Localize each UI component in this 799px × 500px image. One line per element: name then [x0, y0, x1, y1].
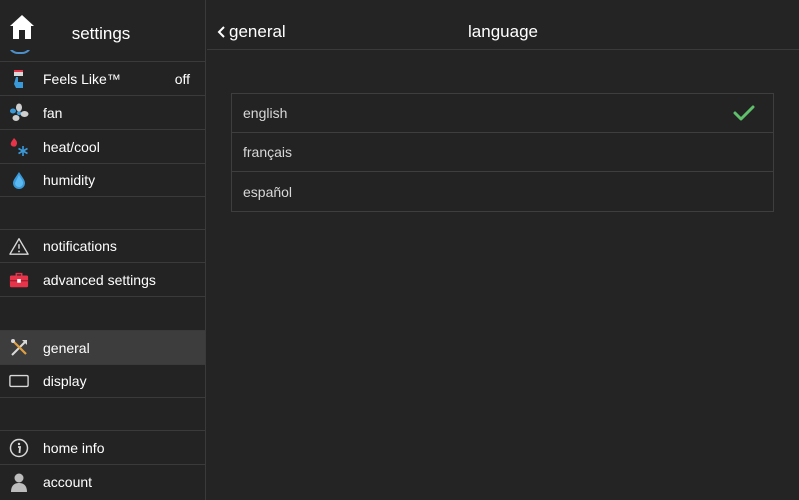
language-label: français — [243, 144, 293, 160]
sidebar-item-label: display — [43, 373, 87, 389]
checkmark-icon — [733, 105, 755, 121]
sidebar-item-display[interactable]: display — [0, 365, 205, 397]
sidebar-item-label: Feels Like™ — [43, 70, 121, 87]
warning-icon — [9, 236, 29, 256]
sidebar-item-humidity[interactable]: humidity — [0, 164, 205, 196]
sidebar-item-account[interactable]: account — [0, 465, 205, 499]
language-panel: general language english français españo… — [207, 0, 799, 500]
language-list: english français español — [231, 93, 774, 212]
sidebar-item-label: fan — [43, 104, 63, 121]
sidebar-item-label: home info — [43, 439, 105, 456]
page-title: language — [468, 22, 538, 41]
sidebar-item-label: notifications — [43, 238, 117, 254]
heat-cool-icon — [9, 137, 29, 157]
person-icon — [9, 472, 29, 492]
sidebar-item-label: advanced settings — [43, 271, 156, 288]
sidebar-item-label: heat/cool — [43, 138, 100, 155]
feels-like-value: off — [174, 70, 190, 87]
display-icon — [9, 371, 29, 391]
fan-icon — [9, 103, 29, 123]
toolbox-icon — [9, 270, 29, 290]
info-icon — [9, 438, 29, 458]
sidebar-item-feels-like[interactable]: Feels Like™ off — [0, 62, 205, 95]
language-option-french[interactable]: français — [232, 133, 773, 172]
thermometer-hand-icon — [9, 69, 29, 89]
sidebar-item-label: account — [43, 474, 93, 490]
sidebar-title: settings — [71, 24, 131, 43]
water-drop-icon — [9, 170, 29, 190]
sidebar-header: settings — [0, 0, 205, 50]
sidebar-item-notifications[interactable]: notifications — [0, 230, 205, 262]
divider — [0, 196, 205, 197]
language-option-english[interactable]: english — [232, 94, 773, 133]
sidebar-item-advanced-settings[interactable]: advanced settings — [0, 263, 205, 296]
panel-header: general language — [207, 0, 799, 50]
language-label: english — [243, 105, 288, 121]
divider — [0, 296, 205, 297]
sidebar-item-label: humidity — [43, 172, 96, 188]
settings-sidebar: settings Feels Like™ off fan heat/cool h… — [0, 0, 206, 500]
sidebar-item-home-info[interactable]: home info — [0, 431, 205, 464]
sidebar-item-heat-cool[interactable]: heat/cool — [0, 130, 205, 163]
tools-icon — [9, 338, 29, 358]
divider — [0, 397, 205, 398]
sidebar-item-general[interactable]: general — [0, 331, 205, 364]
sidebar-item-fan[interactable]: fan — [0, 96, 205, 129]
sidebar-item-label: general — [43, 339, 90, 356]
language-option-spanish[interactable]: español — [232, 172, 773, 211]
language-label: español — [243, 183, 293, 200]
